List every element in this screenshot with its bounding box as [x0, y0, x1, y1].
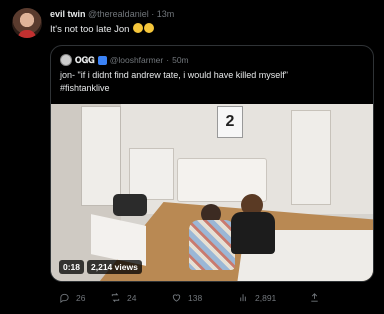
- person-black-shirt: [229, 194, 275, 254]
- video-views: 2,214 views: [87, 260, 142, 274]
- reply-icon: [60, 293, 69, 303]
- retweet-icon: [111, 293, 120, 302]
- retweet-button[interactable]: 24: [110, 292, 136, 303]
- retweet-count: 24: [127, 292, 137, 303]
- reply-count: 26: [76, 292, 86, 303]
- smiling-face-icon: [133, 23, 144, 33]
- video-duration: 0:18: [59, 260, 85, 274]
- author-avatar[interactable]: [12, 8, 42, 38]
- share-button[interactable]: [309, 292, 320, 303]
- door-left: [81, 106, 121, 206]
- tweet-time[interactable]: 13m: [157, 9, 175, 19]
- tweet-header: evil twin @therealdaniel · 13m: [50, 9, 174, 19]
- video-player[interactable]: 2 0:18 2,214 views: [51, 104, 373, 281]
- quote-text: jon- "if i didnt find andrew tate, i wou…: [60, 69, 360, 95]
- author-name[interactable]: evil twin: [50, 9, 86, 19]
- views-button[interactable]: 2,891: [238, 292, 276, 303]
- tweet-text: It's not too late Jon: [50, 23, 155, 35]
- video-badges: 0:18 2,214 views: [59, 260, 142, 274]
- quote-hashtag[interactable]: #fishtanklive: [60, 82, 360, 95]
- smiling-face-icon: [144, 23, 155, 33]
- like-icon: [172, 294, 181, 302]
- quote-author-name: 𝐎𝐆𝐆: [75, 54, 95, 65]
- reply-button[interactable]: 26: [59, 292, 85, 303]
- quote-emoji-icon: [97, 55, 107, 65]
- quote-time: 50m: [172, 55, 189, 65]
- quote-author-handle: @looshfarmer: [109, 55, 164, 65]
- person-body: [231, 212, 275, 254]
- black-bag: [113, 194, 147, 216]
- dresser: [129, 148, 174, 200]
- author-handle[interactable]: @therealdaniel: [88, 9, 149, 19]
- door-right: [291, 110, 331, 205]
- views-icon: [240, 294, 246, 302]
- like-count: 138: [188, 292, 203, 303]
- separator-dot: ·: [151, 9, 155, 19]
- views-count: 2,891: [255, 292, 277, 303]
- wall-poster: 2: [217, 106, 243, 138]
- action-bar: 26 24 138 2,891: [50, 292, 374, 306]
- quote-header: 𝐎𝐆𝐆 @looshfarmer · 50m: [60, 54, 189, 66]
- quoted-tweet[interactable]: 𝐎𝐆𝐆 @looshfarmer · 50m jon- "if i didnt …: [50, 45, 374, 282]
- tweet-text-content: It's not too late Jon: [50, 24, 130, 35]
- share-icon: [311, 293, 318, 302]
- quote-author-avatar: [60, 54, 72, 66]
- avatar-shirt: [18, 30, 36, 38]
- like-button[interactable]: 138: [171, 292, 202, 303]
- separator-dot: ·: [166, 55, 170, 65]
- quote-text-line1: jon- "if i didnt find andrew tate, i wou…: [60, 70, 289, 80]
